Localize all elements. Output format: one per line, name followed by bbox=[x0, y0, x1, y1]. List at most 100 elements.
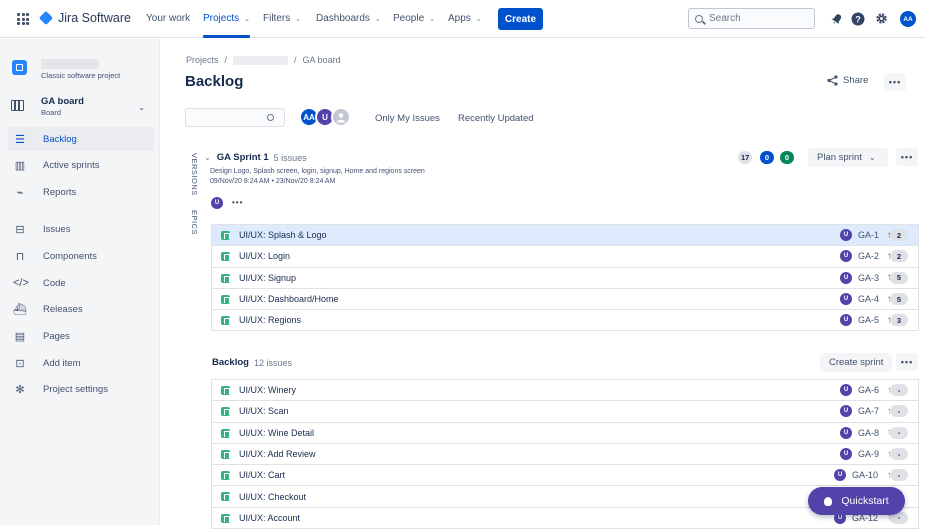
sidebar-item-components[interactable]: ⊓ Components bbox=[8, 244, 154, 268]
issue-key[interactable]: GA-6 bbox=[858, 385, 879, 395]
share-button[interactable]: Share bbox=[827, 75, 868, 86]
assignee-avatar[interactable]: U bbox=[840, 293, 852, 306]
issue-row[interactable]: UI/UX: Dashboard/HomeUGA-4↑5 bbox=[212, 288, 918, 311]
notifications-icon[interactable] bbox=[829, 11, 844, 26]
issue-row[interactable]: UI/UX: SignupUGA-3↑5 bbox=[212, 267, 918, 289]
assignee-avatar[interactable]: U bbox=[840, 271, 852, 284]
breadcrumb-separator: / bbox=[224, 55, 228, 65]
assignee-avatar[interactable]: U bbox=[840, 384, 852, 397]
issue-row[interactable]: UI/UX: ScanUGA-7↑- bbox=[212, 401, 918, 423]
story-icon bbox=[221, 449, 230, 459]
story-points-badge[interactable]: - bbox=[890, 426, 908, 439]
breadcrumb-projects[interactable]: Projects bbox=[186, 55, 219, 65]
issue-key[interactable]: GA-2 bbox=[858, 251, 879, 261]
breadcrumb-project-redacted[interactable] bbox=[233, 55, 289, 65]
sidebar-item-code[interactable]: </> Code bbox=[8, 271, 154, 295]
sidebar-item-label: Code bbox=[43, 277, 66, 289]
sidebar-item-label: Add item bbox=[43, 357, 81, 369]
issue-row[interactable]: UI/UX: LoginUGA-2↑2 bbox=[212, 246, 918, 268]
issue-title: UI/UX: Wine Detail bbox=[239, 427, 315, 438]
app-switcher-icon[interactable] bbox=[17, 13, 29, 25]
issue-row[interactable]: UI/UX: WineryUGA-6↑- bbox=[212, 380, 918, 402]
backlog-actions-more-button[interactable]: ••• bbox=[896, 353, 918, 371]
issue-key[interactable]: GA-3 bbox=[858, 273, 879, 283]
only-my-issues-filter[interactable]: Only My Issues bbox=[375, 113, 440, 124]
filter-avatar-unassigned[interactable] bbox=[331, 107, 351, 127]
sidebar-item-reports[interactable]: ⌁ Reports bbox=[8, 180, 154, 204]
story-points-badge[interactable]: - bbox=[890, 405, 908, 418]
breadcrumb-board[interactable]: GA board bbox=[303, 55, 341, 65]
nav-people[interactable]: People ⌄ bbox=[393, 13, 435, 24]
issue-key[interactable]: GA-4 bbox=[858, 294, 879, 304]
search-input[interactable]: Search bbox=[688, 8, 815, 29]
issue-row[interactable]: UI/UX: RegionsUGA-5↑3 bbox=[212, 310, 918, 332]
story-points-badge[interactable]: 5 bbox=[890, 271, 908, 284]
issue-key[interactable]: GA-5 bbox=[858, 315, 879, 325]
user-avatar[interactable]: AA bbox=[900, 11, 916, 27]
issue-key[interactable]: GA-7 bbox=[858, 406, 879, 416]
sprint-header[interactable]: ⌄ GA Sprint 1 5 issues bbox=[204, 152, 307, 163]
assignee-avatar[interactable]: U bbox=[834, 469, 846, 482]
issue-key[interactable]: GA-1 bbox=[858, 230, 879, 240]
issue-row[interactable]: UI/UX: Add ReviewUGA-9↑- bbox=[212, 443, 918, 466]
settings-gear-icon[interactable] bbox=[874, 11, 889, 26]
recently-updated-filter[interactable]: Recently Updated bbox=[458, 113, 534, 124]
nav-projects[interactable]: Projects ⌄ bbox=[203, 13, 250, 24]
share-label: Share bbox=[843, 75, 869, 86]
story-points-badge[interactable]: - bbox=[890, 384, 908, 397]
sidebar-item-backlog[interactable]: ☰ Backlog bbox=[8, 127, 154, 151]
nav-label: Projects bbox=[203, 13, 240, 24]
story-points-badge[interactable]: 5 bbox=[890, 293, 908, 306]
issue-title: UI/UX: Cart bbox=[239, 470, 286, 481]
jira-logo[interactable]: Jira Software bbox=[38, 10, 131, 26]
search-icon bbox=[695, 14, 703, 23]
issue-key[interactable]: GA-9 bbox=[858, 449, 879, 459]
story-points-badge[interactable]: - bbox=[890, 448, 908, 461]
help-icon[interactable]: ? bbox=[850, 11, 865, 26]
story-points-badge[interactable]: 3 bbox=[890, 314, 908, 327]
sprint-name: GA Sprint 1 bbox=[216, 152, 269, 163]
sidebar-item-active-sprints[interactable]: ▥ Active sprints bbox=[8, 153, 154, 177]
search-placeholder: Search bbox=[709, 13, 741, 24]
assignee-avatar[interactable]: U bbox=[840, 250, 852, 263]
epics-tab[interactable]: EPICS bbox=[190, 210, 199, 235]
assignee-avatar[interactable]: U bbox=[840, 229, 852, 242]
board-selector[interactable]: GA board Board ⌄ bbox=[11, 95, 145, 119]
sprint-assignee-avatar[interactable]: U bbox=[211, 197, 223, 209]
sidebar-item-pages[interactable]: ▤ Pages bbox=[8, 324, 154, 348]
nav-apps[interactable]: Apps ⌄ bbox=[448, 13, 482, 24]
plan-sprint-button[interactable]: Plan sprint ⌄ bbox=[808, 148, 888, 167]
settings-icon: ✻ bbox=[15, 383, 25, 396]
sidebar-item-project-settings[interactable]: ✻ Project settings bbox=[8, 377, 154, 401]
sidebar-item-issues[interactable]: ⊟ Issues bbox=[8, 217, 154, 241]
issue-key[interactable]: GA-10 bbox=[852, 470, 878, 480]
nav-label: People bbox=[393, 13, 425, 24]
sidebar-item-add-item[interactable]: ⊡ Add item bbox=[8, 351, 154, 375]
nav-dashboards[interactable]: Dashboards ⌄ bbox=[316, 13, 381, 24]
story-points-badge[interactable]: 2 bbox=[890, 229, 908, 242]
assignee-avatar[interactable]: U bbox=[840, 405, 852, 418]
page-more-button[interactable]: ••• bbox=[884, 73, 906, 91]
assignee-avatar[interactable]: U bbox=[840, 314, 852, 327]
issue-row[interactable]: UI/UX: CartUGA-10↑- bbox=[212, 465, 918, 487]
sidebar-item-releases[interactable]: ⛴ Releases bbox=[8, 297, 154, 321]
quickstart-label: Quickstart bbox=[841, 495, 889, 507]
assignee-avatar[interactable]: U bbox=[840, 426, 852, 439]
issue-row[interactable]: UI/UX: Splash & LogoUGA-1↑2 bbox=[212, 225, 918, 247]
story-icon bbox=[221, 294, 230, 304]
assignee-avatar[interactable]: U bbox=[840, 448, 852, 461]
quickstart-button[interactable]: Quickstart bbox=[808, 487, 905, 515]
create-sprint-button[interactable]: Create sprint bbox=[820, 353, 893, 372]
story-points-badge[interactable]: - bbox=[890, 469, 908, 482]
create-button[interactable]: Create bbox=[498, 8, 543, 30]
nav-your-work[interactable]: Your work bbox=[146, 13, 190, 24]
nav-filters[interactable]: Filters ⌄ bbox=[263, 13, 301, 24]
story-icon bbox=[221, 513, 230, 523]
versions-tab[interactable]: VERSIONS bbox=[190, 153, 199, 196]
story-points-badge[interactable]: 2 bbox=[890, 250, 908, 263]
backlog-search-input[interactable] bbox=[185, 108, 285, 127]
issue-row[interactable]: UI/UX: Wine DetailUGA-8↑- bbox=[212, 422, 918, 444]
sprint-actions-more-button[interactable]: ••• bbox=[896, 148, 918, 166]
issue-key[interactable]: GA-8 bbox=[858, 428, 879, 438]
sprint-more-button[interactable]: ••• bbox=[232, 198, 243, 207]
